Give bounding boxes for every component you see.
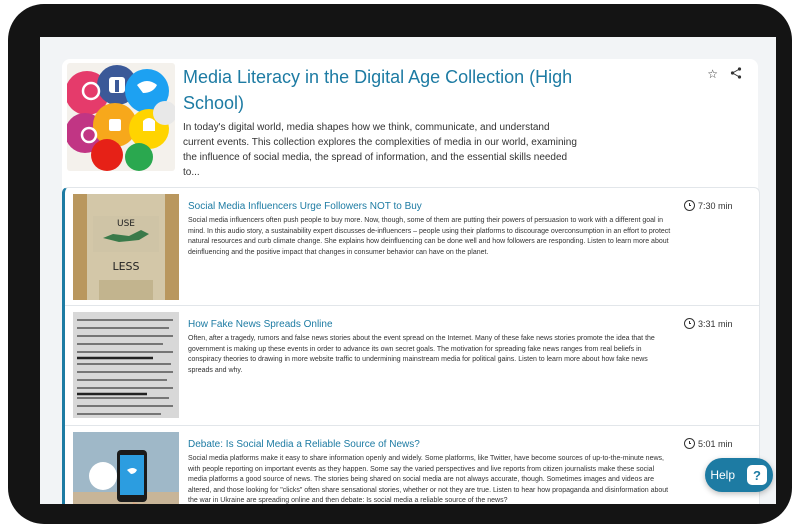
header-actions: ☆ <box>707 67 742 82</box>
item-title[interactable]: Social Media Influencers Urge Followers … <box>188 200 668 214</box>
screen: Media Literacy in the Digital Age Collec… <box>40 37 776 504</box>
item-duration: 7:30 min <box>684 200 733 211</box>
duration-text: 7:30 min <box>698 200 733 211</box>
item-thumbnail <box>73 432 179 504</box>
thumb-text-use: USE <box>117 219 135 229</box>
star-icon[interactable]: ☆ <box>707 67 718 82</box>
collection-thumbnail <box>67 63 175 171</box>
item-description: Social media influencers often push peop… <box>188 217 671 256</box>
list-item[interactable]: USE LESS Social Media Influencers Urge F… <box>65 188 760 306</box>
item-title[interactable]: Debate: Is Social Media a Reliable Sourc… <box>188 438 668 452</box>
help-label: Help <box>710 468 735 482</box>
thumb-text-less: LESS <box>112 260 139 273</box>
list-item[interactable]: How Fake News Spreads Online Often, afte… <box>65 306 760 426</box>
duration-text: 5:01 min <box>698 438 733 449</box>
item-thumbnail <box>73 312 179 418</box>
item-duration: 5:01 min <box>684 438 733 449</box>
help-button[interactable]: Help ? <box>705 458 773 492</box>
share-icon[interactable] <box>730 67 742 82</box>
item-description: Social media platforms make it easy to s… <box>188 455 669 504</box>
tablet-frame: Media Literacy in the Digital Age Collec… <box>8 4 792 524</box>
clock-icon <box>684 318 695 329</box>
collection-description: In today's digital world, media shapes h… <box>183 122 577 178</box>
clock-icon <box>684 200 695 211</box>
clock-icon <box>684 438 695 449</box>
item-description: Often, after a tragedy, rumors and false… <box>188 335 655 374</box>
collection-title: Media Literacy in the Digital Age Collec… <box>183 67 573 113</box>
item-duration: 3:31 min <box>684 318 733 329</box>
help-chat-icon: ? <box>747 465 767 485</box>
item-thumbnail: USE LESS <box>73 194 179 300</box>
list-item[interactable]: Debate: Is Social Media a Reliable Sourc… <box>65 426 760 504</box>
duration-text: 3:31 min <box>698 318 733 329</box>
collection-items-list: USE LESS Social Media Influencers Urge F… <box>62 187 760 504</box>
item-title[interactable]: How Fake News Spreads Online <box>188 318 668 332</box>
